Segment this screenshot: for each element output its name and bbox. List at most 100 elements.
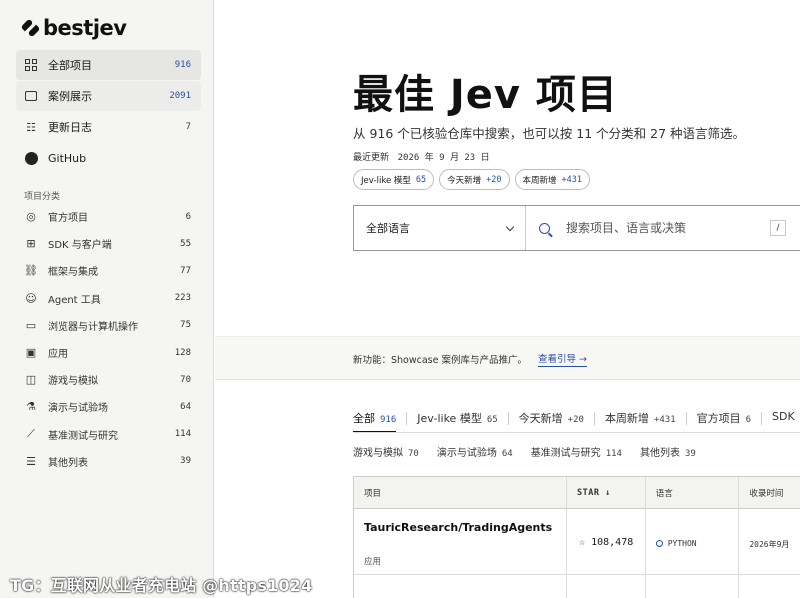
cell-added: 2026年9月 [739,509,800,574]
language-dot-icon [655,540,663,547]
repo-added-date: 2026年9月 [749,540,790,549]
github-icon [24,151,38,165]
category-label: 演示与试验场 [48,403,108,415]
sidebar-category-item[interactable]: ⛓ 框架与集成 77 [16,257,201,284]
sidebar-category-item[interactable]: ⚗ 演示与试验场 64 [16,393,201,420]
app-icon: ▣ [25,346,37,360]
brand-logo[interactable]: bestjev [20,16,127,40]
column-header-project[interactable]: 项目 [354,477,568,508]
category-count: 6 [185,211,191,222]
projects-table: 项目 STAR ↓ 语言 收录时间 TauricResearch/Trading… [353,476,800,598]
last-updated-date: 2026 年 9 月 23 日 [397,153,490,163]
filter-tab[interactable]: 全部 916 [353,410,405,433]
tab-label: SDK [772,410,795,423]
sidebar-category-item[interactable]: ▭ 浏览器与计算机操作 75 [16,312,201,339]
tab-count: 916 [380,415,397,425]
sidebar-category-item[interactable]: ☰ 其他列表 39 [16,448,201,475]
chip-today[interactable]: 今天新增 +20 [439,169,510,190]
filter-tab[interactable]: 今天新增 +20 [519,410,593,432]
tabs-divider [353,432,800,433]
column-header-stars[interactable]: STAR ↓ [567,477,646,508]
filter-tab[interactable]: Jev-like 模型 65 [417,410,506,432]
tab-separator [507,412,509,425]
main-content: 最佳 Jev 项目 从 916 个已核验仓库中搜索，也可以按 11 个分类和 2… [215,0,800,598]
nav-item-github[interactable]: GitHub [16,143,201,173]
search-input[interactable] [566,221,766,235]
table-row[interactable]: TauricResearch/TradingAgents 应用 ☆ 108,47… [354,509,800,575]
changelog-icon: ☷ [26,120,36,134]
filter-tab[interactable]: 官方项目 6 [697,410,760,432]
tab-separator [761,412,763,425]
page-subtitle: 从 916 个已核验仓库中搜索，也可以按 11 个分类和 27 种语言筛选。 [353,126,746,141]
robot-icon: ☺ [25,291,37,305]
tab-separator [406,412,408,425]
nav-item-label: 更新日志 [48,121,92,134]
table-row[interactable] [354,575,800,598]
category-count: 55 [180,238,191,249]
chip-jev-like[interactable]: Jev-like 模型 65 [353,169,435,190]
filter-tab[interactable]: 基准测试与研究 114 [531,444,631,465]
tab-count: 39 [684,449,696,459]
tab-count: 6 [745,415,752,425]
filter-tab[interactable]: SDK [772,410,800,432]
column-header-added[interactable]: 收录时间 [739,477,800,508]
column-header-language[interactable]: 语言 [646,477,740,508]
brand-name: bestjev [43,16,127,40]
language-select[interactable]: 全部语言 [354,206,526,250]
filter-tab[interactable]: 游戏与模拟 70 [353,444,428,465]
tab-label: 演示与试验场 [436,448,497,459]
nav-item-label: 全部项目 [48,59,92,72]
nav-item-all-projects[interactable]: 全部项目 916 [16,50,201,80]
nav-item-label: GitHub [48,151,87,165]
category-label: 其他列表 [48,457,88,469]
tab-count: 114 [605,449,622,459]
repo-name[interactable]: TauricResearch/TradingAgents [364,521,552,534]
repo-category: 应用 [364,557,382,567]
tab-label: 本周新增 [604,412,649,425]
sidebar-category-item[interactable]: ☺ Agent 工具 223 [16,285,201,312]
tab-label: 游戏与模拟 [353,448,403,459]
nav-item-count: 916 [174,60,191,70]
sidebar-category-item[interactable]: ⊞ SDK 与客户端 55 [16,230,201,257]
category-count: 70 [180,374,191,385]
category-count: 128 [174,347,191,358]
tab-label: 官方项目 [696,412,741,425]
gamepad-icon: ◫ [25,373,37,387]
sdk-icon: ⊞ [26,237,36,251]
nav-item-label: 案例展示 [48,90,92,103]
nav-item-showcase[interactable]: 案例展示 2091 [16,81,201,111]
tab-count: 70 [408,449,419,459]
category-count: 39 [180,456,191,467]
filter-tab[interactable]: 演示与试验场 64 [437,444,522,465]
sidebar-category-item[interactable]: ▣ 应用 128 [16,339,201,366]
category-label: 基准测试与研究 [48,430,118,442]
chip-label: Jev-like 模型 [361,175,411,186]
chip-count: 65 [415,174,427,185]
chip-count: +20 [486,174,502,185]
banner-link[interactable]: 查看引导 → [538,351,587,367]
repo-stars: ☆ 108,478 [579,537,634,548]
sidebar-category-item[interactable]: ⟋ 基准测试与研究 114 [16,421,201,448]
tab-count: 65 [486,415,498,425]
tab-label: 全部 [353,412,375,425]
sidebar-category-item[interactable]: ◎ 官方项目 6 [16,203,201,230]
nav-item-changelog[interactable]: ☷ 更新日志 7 [16,112,201,142]
chip-this-week[interactable]: 本周新增 +431 [514,169,591,190]
tab-separator [593,412,595,425]
category-count: 77 [180,265,191,276]
cell-project [354,575,568,598]
tab-count: +20 [567,415,584,425]
search-icon [539,222,550,234]
tab-count: +431 [653,415,676,425]
tab-separator [685,412,687,425]
cell-project: TauricResearch/TradingAgents 应用 [354,509,568,575]
category-label: 官方项目 [48,213,88,225]
last-updated: 最近更新 2026 年 9 月 23 日 [353,150,490,163]
category-label: 应用 [48,349,68,361]
repo-language: PYTHON [655,539,697,548]
official-icon: ◎ [26,210,36,224]
category-nav: ◎ 官方项目 6 ⊞ SDK 与客户端 55 ⛓ 框架与集成 77 ☺ Agent 工具 223 ▭ 浏览… [16,203,201,475]
sidebar-category-item[interactable]: ◫ 游戏与模拟 70 [16,366,201,393]
filter-tab[interactable]: 其他列表 39 [640,444,705,465]
filter-tab[interactable]: 本周新增 +431 [605,410,685,432]
